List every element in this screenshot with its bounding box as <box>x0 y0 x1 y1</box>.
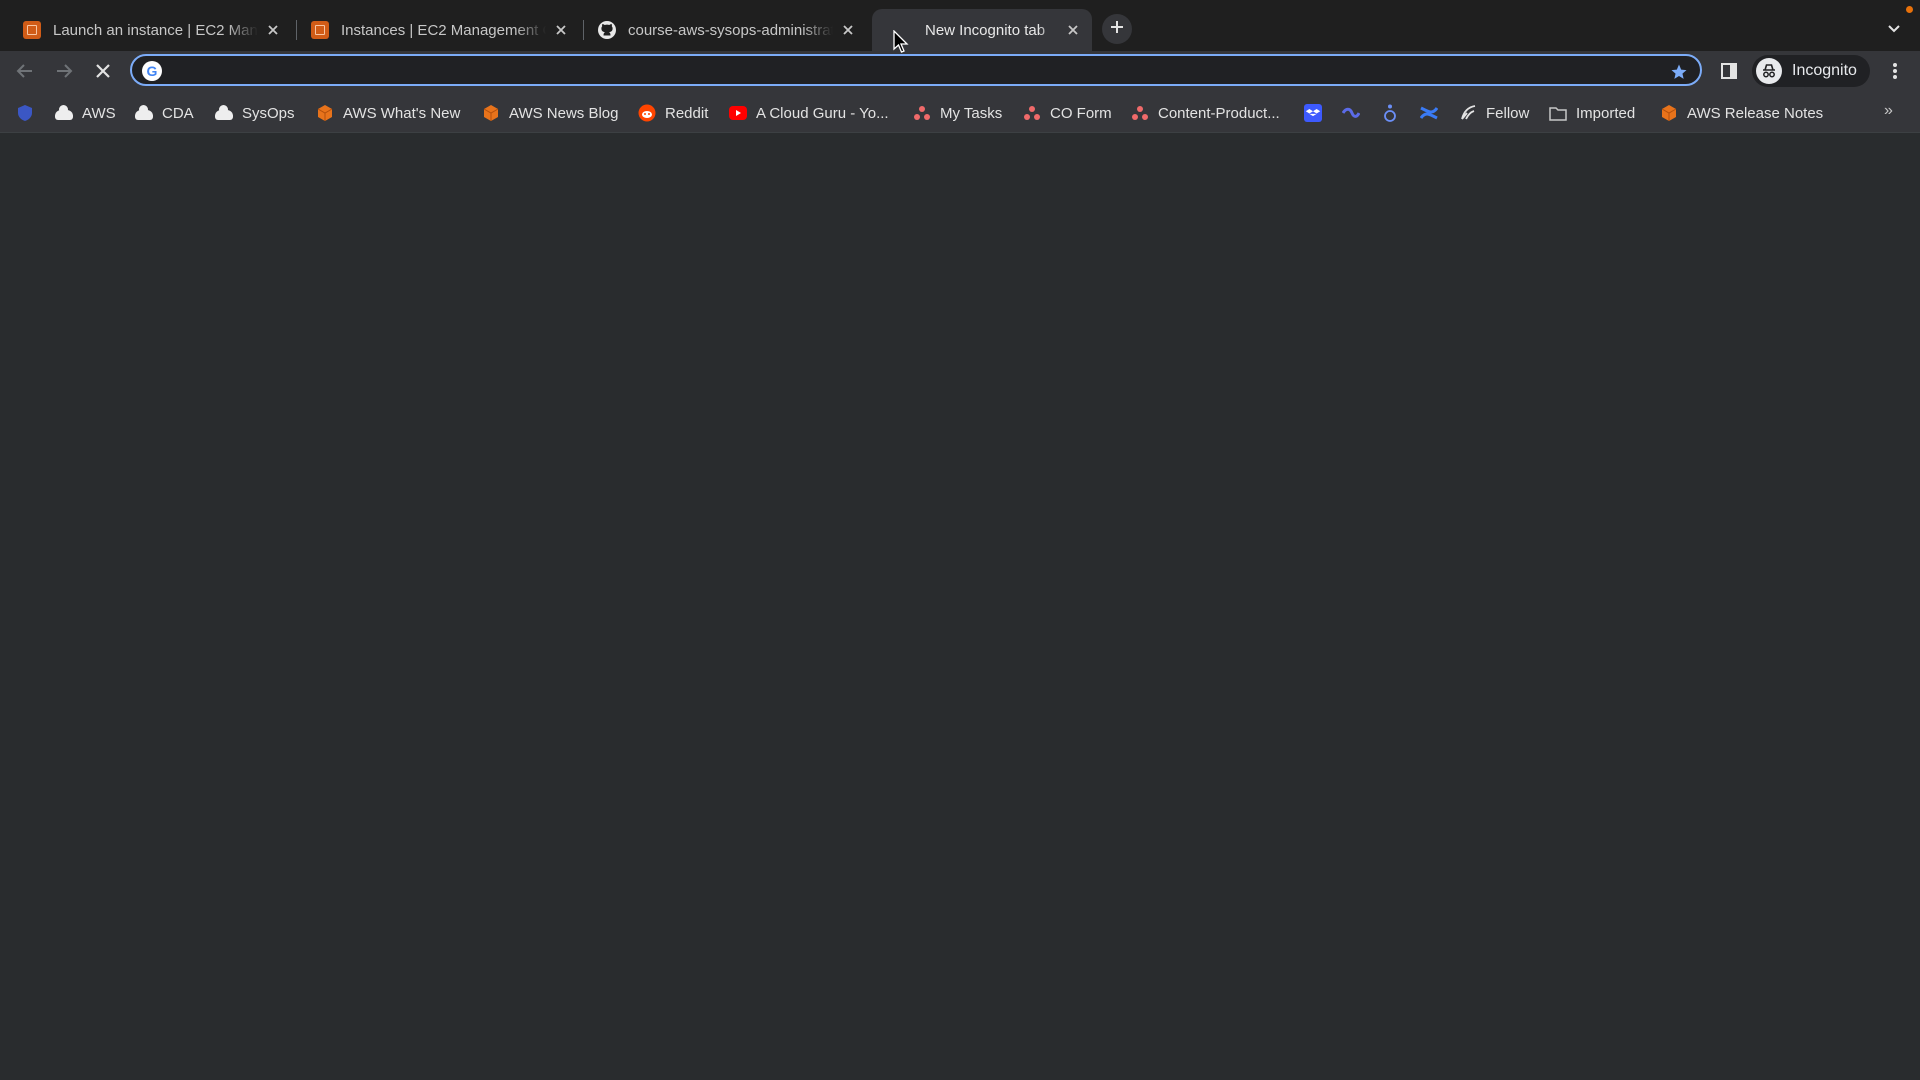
bookmark-label: AWS Release Notes <box>1687 104 1824 122</box>
aws-console-icon <box>22 20 42 40</box>
bookmark-star-icon[interactable] <box>1668 61 1690 83</box>
bookmark-label: CO Form <box>1050 104 1112 122</box>
bookmark-swirl[interactable] <box>1342 102 1360 124</box>
aws-cube-icon <box>1660 104 1678 122</box>
folder-icon <box>1549 104 1567 122</box>
cloud-icon <box>55 104 73 122</box>
bookmark-reddit[interactable]: Reddit <box>638 102 708 124</box>
new-tab-button[interactable] <box>1102 14 1132 44</box>
plus-icon <box>1109 19 1125 40</box>
google-icon: G <box>142 61 162 81</box>
arrow-right-icon <box>55 62 73 85</box>
reddit-icon <box>638 104 656 122</box>
dropbox-icon <box>1304 104 1322 122</box>
bookmark-dropbox[interactable] <box>1304 102 1322 124</box>
bookmark-confluence[interactable] <box>1420 102 1438 124</box>
bookmark-label: Content-Product... <box>1158 104 1280 122</box>
bookmarks-bar: AWS CDA SysOps AWS What's New AWS News B… <box>0 93 1920 133</box>
tab-instances[interactable]: Instances | EC2 Management Console <box>288 9 580 51</box>
forward-button[interactable] <box>47 59 81 87</box>
bookmark-label: Imported <box>1576 104 1636 122</box>
close-icon[interactable] <box>264 21 282 39</box>
blue-shield-icon <box>16 104 34 122</box>
bookmark-label: A Cloud Guru - Yo... <box>756 104 889 122</box>
github-icon <box>597 20 617 40</box>
swirl-icon <box>1342 104 1360 122</box>
aws-console-icon <box>310 20 330 40</box>
close-icon <box>95 63 111 84</box>
bookmark-a-cloud-guru[interactable]: A Cloud Guru - Yo... <box>729 102 889 124</box>
accessibility-icon <box>1381 104 1399 122</box>
bookmark-label: CDA <box>162 104 194 122</box>
bookmark-content-product[interactable]: Content-Product... <box>1131 102 1280 124</box>
address-input[interactable] <box>170 58 1644 84</box>
tab-github-course[interactable]: course-aws-sysops-administrator <box>575 9 867 51</box>
bookmark-label: Fellow <box>1486 104 1530 122</box>
cloud-icon <box>215 104 233 122</box>
close-icon[interactable] <box>552 21 570 39</box>
bookmark-cda[interactable]: CDA <box>135 102 194 124</box>
incognito-label: Incognito <box>1792 62 1857 79</box>
aws-cube-icon <box>316 104 334 122</box>
aws-cube-icon <box>482 104 500 122</box>
asana-icon <box>1131 104 1149 122</box>
back-button[interactable] <box>8 59 42 87</box>
bookmark-label: AWS <box>82 104 116 122</box>
youtube-icon <box>729 104 747 122</box>
cloud-icon <box>135 104 153 122</box>
tab-title: course-aws-sysops-administrator <box>628 21 833 39</box>
bookmark-label: SysOps <box>242 104 295 122</box>
tab-title: Launch an instance | EC2 Management Cons… <box>53 21 258 39</box>
bookmark-aws-release-notes[interactable]: AWS Release Notes <box>1660 102 1823 124</box>
side-panel-button[interactable] <box>1712 59 1746 87</box>
bookmark-aws-news-blog[interactable]: AWS News Blog <box>482 102 618 124</box>
bookmark-shield[interactable] <box>16 102 34 124</box>
bookmark-aws-whats-new[interactable]: AWS What's New <box>316 102 460 124</box>
close-icon[interactable] <box>1064 21 1082 39</box>
page-content <box>0 133 1920 1080</box>
asana-icon <box>1023 104 1041 122</box>
chevron-down-icon <box>1887 21 1901 39</box>
tab-launch-instance[interactable]: Launch an instance | EC2 Management Cons… <box>0 9 292 51</box>
bookmark-sysops[interactable]: SysOps <box>215 102 295 124</box>
tab-strip: Launch an instance | EC2 Management Cons… <box>0 0 1920 51</box>
mouse-cursor-icon <box>893 29 909 54</box>
bookmark-label: Reddit <box>665 104 709 122</box>
tab-search-button[interactable] <box>1882 18 1906 42</box>
asana-icon <box>913 104 931 122</box>
fellow-icon <box>1459 104 1477 122</box>
bookmark-co-form[interactable]: CO Form <box>1023 102 1112 124</box>
bookmark-fellow[interactable]: Fellow <box>1459 102 1529 124</box>
toolbar: G Incognito <box>0 51 1920 93</box>
bookmark-label: AWS What's New <box>343 104 461 122</box>
bookmark-label: My Tasks <box>940 104 1003 122</box>
bookmark-my-tasks[interactable]: My Tasks <box>913 102 1002 124</box>
stop-loading-button[interactable] <box>86 59 120 87</box>
bookmark-accessibility[interactable] <box>1381 102 1399 124</box>
confluence-icon <box>1420 104 1438 122</box>
address-bar[interactable]: G <box>130 54 1702 86</box>
arrow-left-icon <box>16 62 34 85</box>
recording-indicator <box>1906 6 1913 13</box>
bookmark-label: AWS News Blog <box>509 104 619 122</box>
bookmark-folder-imported[interactable]: Imported <box>1549 102 1635 124</box>
incognito-profile-button[interactable]: Incognito <box>1752 55 1870 87</box>
incognito-icon <box>1756 58 1782 84</box>
tab-title: New Incognito tab <box>925 21 1046 39</box>
close-icon[interactable] <box>839 21 857 39</box>
bookmark-aws[interactable]: AWS <box>55 102 116 124</box>
more-bookmarks-chevron-icon[interactable]: » <box>1884 102 1893 120</box>
tab-title: Instances | EC2 Management Console <box>341 21 546 39</box>
side-panel-icon <box>1720 62 1738 85</box>
chrome-menu-button[interactable] <box>1878 59 1912 87</box>
more-vertical-icon <box>1892 62 1898 85</box>
